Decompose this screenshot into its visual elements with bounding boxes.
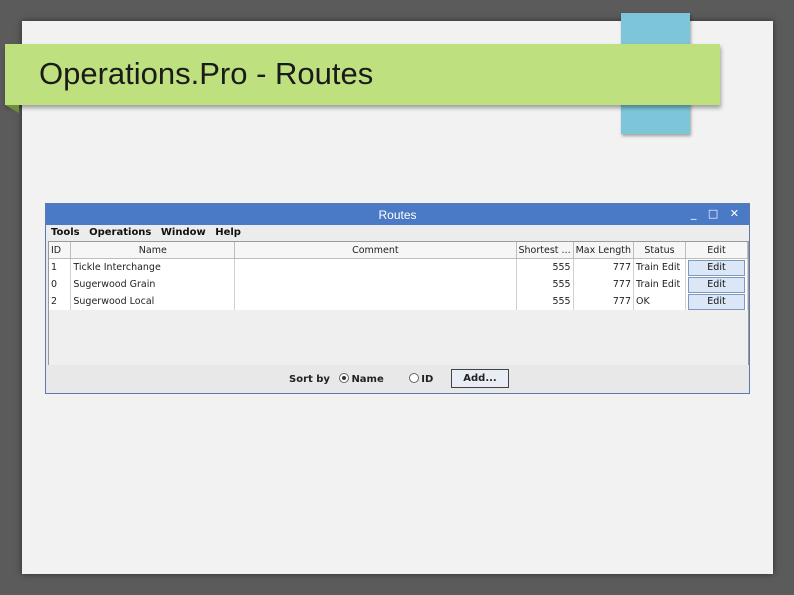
sort-name-label[interactable]: Name	[351, 374, 383, 385]
sort-label: Sort by	[289, 374, 330, 385]
cell-id: 2	[49, 293, 72, 310]
edit-button[interactable]: Edit	[687, 276, 745, 293]
table-row[interactable]: 2 Sugerwood Local 555 777 OK Edit	[49, 293, 749, 310]
cell-comment	[234, 276, 517, 293]
col-header-max-length[interactable]: Max Length	[573, 242, 635, 259]
cell-id: 0	[49, 276, 72, 293]
col-header-comment[interactable]: Comment	[234, 242, 517, 259]
cell-name: Sugerwood Grain	[70, 276, 236, 293]
cell-status: Train Edit	[633, 258, 686, 276]
cell-max-length: 777	[573, 258, 635, 276]
cell-comment	[234, 293, 517, 310]
window-titlebar[interactable]: Routes _ □ ✕	[46, 204, 749, 225]
edit-button[interactable]: Edit	[687, 293, 745, 310]
window-controls[interactable]: _ □ ✕	[691, 207, 743, 220]
routes-table-container: ID Name Comment Shortest ... Max Length …	[48, 241, 749, 367]
routes-window: Routes _ □ ✕ Tools Operations Window Hel…	[45, 203, 750, 394]
bottom-bar: Sort by Name ID Add...	[46, 365, 749, 393]
menu-bar: Tools Operations Window Help	[46, 225, 749, 241]
cell-edit: Edit	[685, 258, 749, 276]
cell-id: 1	[49, 258, 72, 276]
table-row[interactable]: 0 Sugerwood Grain 555 777 Train Edit Edi…	[49, 276, 749, 293]
sort-name-radio[interactable]	[339, 373, 350, 383]
menu-operations[interactable]: Operations	[89, 227, 151, 238]
sort-id-label[interactable]: ID	[421, 374, 433, 385]
cell-name: Tickle Interchange	[70, 258, 236, 276]
col-header-name[interactable]: Name	[70, 242, 236, 259]
cell-shortest: 555	[516, 293, 574, 310]
cell-max-length: 777	[573, 276, 635, 293]
col-header-edit[interactable]: Edit	[685, 242, 749, 259]
cell-comment	[234, 258, 517, 276]
slide-title: Operations.Pro - Routes	[39, 56, 374, 91]
window-title: Routes	[378, 208, 417, 222]
cell-edit: Edit	[685, 293, 749, 310]
sort-id-radio[interactable]	[409, 373, 420, 383]
cell-max-length: 777	[573, 293, 635, 310]
cell-name: Sugerwood Local	[70, 293, 236, 310]
routes-table: ID Name Comment Shortest ... Max Length …	[49, 242, 749, 310]
col-header-status[interactable]: Status	[633, 242, 686, 259]
cell-edit: Edit	[685, 276, 749, 293]
sort-controls: Sort by Name ID	[289, 373, 433, 385]
menu-help[interactable]: Help	[215, 227, 241, 238]
cell-shortest: 555	[516, 258, 574, 276]
title-fold	[5, 105, 19, 113]
col-header-shortest[interactable]: Shortest ...	[516, 242, 574, 259]
cell-status: Train Edit	[633, 276, 686, 293]
table-row[interactable]: 1 Tickle Interchange 555 777 Train Edit …	[49, 258, 749, 276]
col-header-id[interactable]: ID	[49, 242, 72, 259]
add-button[interactable]: Add...	[451, 369, 509, 388]
cell-shortest: 555	[516, 276, 574, 293]
edit-button[interactable]: Edit	[687, 259, 745, 276]
title-band: Operations.Pro - Routes	[5, 44, 720, 113]
menu-window[interactable]: Window	[161, 227, 206, 238]
menu-tools[interactable]: Tools	[51, 227, 80, 238]
cell-status: OK	[633, 293, 686, 310]
